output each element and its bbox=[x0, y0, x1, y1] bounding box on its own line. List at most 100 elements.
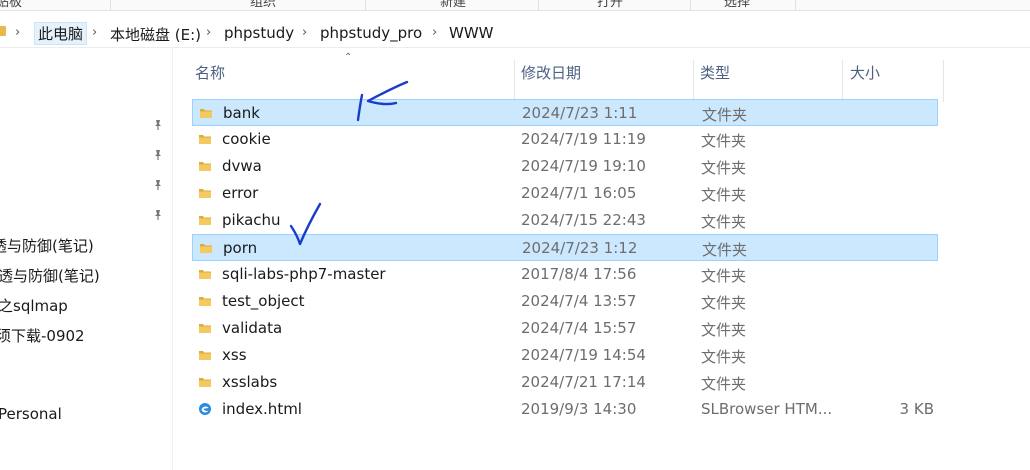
ribbon-divider bbox=[795, 0, 796, 10]
ribbon-group-select[interactable]: 选择 bbox=[724, 0, 750, 10]
address-bar[interactable]: › 此电脑 › 本地磁盘 (E:) › phpstudy › phpstudy_… bbox=[0, 19, 1030, 48]
file-type: 文件夹 bbox=[701, 294, 747, 312]
file-row[interactable]: sqli-labs-php7-master 2017/8/4 17:56 文件夹 bbox=[192, 261, 938, 288]
file-type: 文件夹 bbox=[701, 267, 747, 285]
breadcrumb-phpstudy-pro[interactable]: phpstudy_pro bbox=[320, 24, 422, 42]
folder-icon bbox=[199, 270, 211, 279]
pin-icon[interactable] bbox=[152, 119, 164, 131]
folder-icon bbox=[199, 135, 211, 144]
breadcrumb-www[interactable]: WWW bbox=[449, 24, 494, 42]
file-modified-date: 2024/7/19 11:19 bbox=[521, 130, 646, 148]
chevron-right-icon[interactable]: › bbox=[15, 25, 20, 40]
file-name: xss bbox=[222, 346, 247, 364]
file-type: 文件夹 bbox=[701, 132, 747, 150]
ribbon-group-organize[interactable]: 组织 bbox=[250, 0, 276, 10]
ribbon-strip: 贴板 组织 新建 打开 选择 bbox=[0, 0, 1030, 11]
folder-icon bbox=[199, 297, 211, 306]
ribbon-divider bbox=[365, 0, 366, 10]
breadcrumb-drive-e[interactable]: 本地磁盘 (E:) bbox=[110, 24, 201, 45]
file-modified-date: 2019/9/3 14:30 bbox=[521, 400, 637, 418]
file-name: test_object bbox=[222, 292, 305, 310]
file-row[interactable]: validata 2024/7/4 15:57 文件夹 bbox=[192, 315, 938, 342]
file-modified-date: 2017/8/4 17:56 bbox=[521, 265, 637, 283]
file-name: index.html bbox=[222, 400, 302, 418]
file-row[interactable]: xss 2024/7/19 14:54 文件夹 bbox=[192, 342, 938, 369]
chevron-right-icon[interactable]: › bbox=[432, 25, 437, 40]
navigation-pane[interactable]: 透与防御(笔记) 透与防御(笔记) 之sqlmap 须下载-0902 Perso… bbox=[0, 48, 173, 470]
ribbon-divider bbox=[538, 0, 539, 10]
file-name: porn bbox=[223, 239, 258, 257]
file-name: validata bbox=[222, 319, 283, 337]
pin-icon[interactable] bbox=[152, 209, 164, 221]
nav-item[interactable]: 透与防御(笔记) bbox=[0, 235, 94, 256]
sort-ascending-icon: ⌃ bbox=[344, 52, 353, 63]
chevron-right-icon[interactable]: › bbox=[92, 25, 97, 40]
folder-icon bbox=[199, 189, 211, 198]
file-type: 文件夹 bbox=[702, 106, 748, 124]
folder-icon bbox=[199, 162, 211, 171]
nav-item-personal[interactable]: Personal bbox=[0, 405, 62, 423]
column-header-size[interactable]: 大小 bbox=[850, 62, 880, 83]
file-name: xsslabs bbox=[222, 373, 278, 391]
file-type: SLBrowser HTM... bbox=[701, 400, 833, 418]
column-header-modified[interactable]: 修改日期 bbox=[521, 62, 581, 83]
column-divider[interactable] bbox=[943, 60, 944, 102]
file-name: error bbox=[222, 184, 259, 202]
nav-item[interactable]: 之sqlmap bbox=[0, 295, 68, 316]
folder-icon bbox=[199, 351, 211, 360]
ribbon-group-clipboard[interactable]: 贴板 bbox=[0, 0, 22, 10]
file-name: bank bbox=[223, 104, 260, 122]
browser-html-icon bbox=[199, 403, 211, 415]
pin-icon[interactable] bbox=[152, 179, 164, 191]
file-row[interactable]: porn 2024/7/23 1:12 文件夹 bbox=[192, 234, 938, 261]
breadcrumb-this-pc[interactable]: 此电脑 bbox=[34, 22, 88, 45]
chevron-right-icon[interactable]: › bbox=[206, 25, 211, 40]
file-modified-date: 2024/7/19 19:10 bbox=[521, 157, 646, 175]
file-modified-date: 2024/7/19 14:54 bbox=[521, 346, 646, 364]
file-type: 文件夹 bbox=[701, 321, 747, 339]
file-size: 3 KB bbox=[899, 400, 934, 418]
file-type: 文件夹 bbox=[701, 375, 747, 393]
column-divider[interactable] bbox=[514, 60, 515, 102]
breadcrumb-phpstudy[interactable]: phpstudy bbox=[224, 24, 294, 42]
file-modified-date: 2024/7/23 1:11 bbox=[522, 104, 638, 122]
pin-icon[interactable] bbox=[152, 149, 164, 161]
column-divider[interactable] bbox=[842, 60, 843, 102]
file-type: 文件夹 bbox=[701, 159, 747, 177]
file-modified-date: 2024/7/15 22:43 bbox=[521, 211, 646, 229]
file-row[interactable]: bank 2024/7/23 1:11 文件夹 bbox=[192, 99, 938, 126]
folder-icon bbox=[199, 324, 211, 333]
file-row[interactable]: pikachu 2024/7/15 22:43 文件夹 bbox=[192, 207, 938, 234]
file-type: 文件夹 bbox=[701, 186, 747, 204]
nav-item[interactable]: 须下载-0902 bbox=[0, 325, 85, 346]
folder-icon bbox=[0, 26, 6, 36]
chevron-right-icon[interactable]: › bbox=[302, 25, 307, 40]
folder-icon bbox=[200, 109, 212, 118]
folder-icon bbox=[200, 244, 212, 253]
column-header-type[interactable]: 类型 bbox=[700, 62, 730, 83]
file-row[interactable]: index.html 2019/9/3 14:30 SLBrowser HTM...… bbox=[192, 396, 938, 423]
file-name: cookie bbox=[222, 130, 271, 148]
file-modified-date: 2024/7/4 15:57 bbox=[521, 319, 637, 337]
file-row[interactable]: test_object 2024/7/4 13:57 文件夹 bbox=[192, 288, 938, 315]
column-divider[interactable] bbox=[693, 60, 694, 102]
folder-icon bbox=[199, 378, 211, 387]
file-type: 文件夹 bbox=[701, 348, 747, 366]
ribbon-group-open[interactable]: 打开 bbox=[597, 0, 623, 10]
column-header-name[interactable]: 名称 bbox=[195, 62, 225, 83]
file-modified-date: 2024/7/23 1:12 bbox=[522, 239, 638, 257]
ribbon-group-new[interactable]: 新建 bbox=[440, 0, 466, 10]
folder-icon bbox=[199, 216, 211, 225]
file-row[interactable]: xsslabs 2024/7/21 17:14 文件夹 bbox=[192, 369, 938, 396]
ribbon-divider bbox=[690, 0, 691, 10]
file-modified-date: 2024/7/21 17:14 bbox=[521, 373, 646, 391]
ribbon-divider bbox=[110, 0, 111, 10]
file-row[interactable]: cookie 2024/7/19 11:19 文件夹 bbox=[192, 126, 938, 153]
file-modified-date: 2024/7/1 16:05 bbox=[521, 184, 637, 202]
file-modified-date: 2024/7/4 13:57 bbox=[521, 292, 637, 310]
nav-item[interactable]: 透与防御(笔记) bbox=[0, 265, 100, 286]
file-row[interactable]: error 2024/7/1 16:05 文件夹 bbox=[192, 180, 938, 207]
file-name: sqli-labs-php7-master bbox=[222, 265, 386, 283]
file-row[interactable]: dvwa 2024/7/19 19:10 文件夹 bbox=[192, 153, 938, 180]
file-list[interactable]: ⌃ 名称 修改日期 类型 大小 bank 2024/7/23 1:11 文件夹 coo… bbox=[188, 48, 1030, 470]
